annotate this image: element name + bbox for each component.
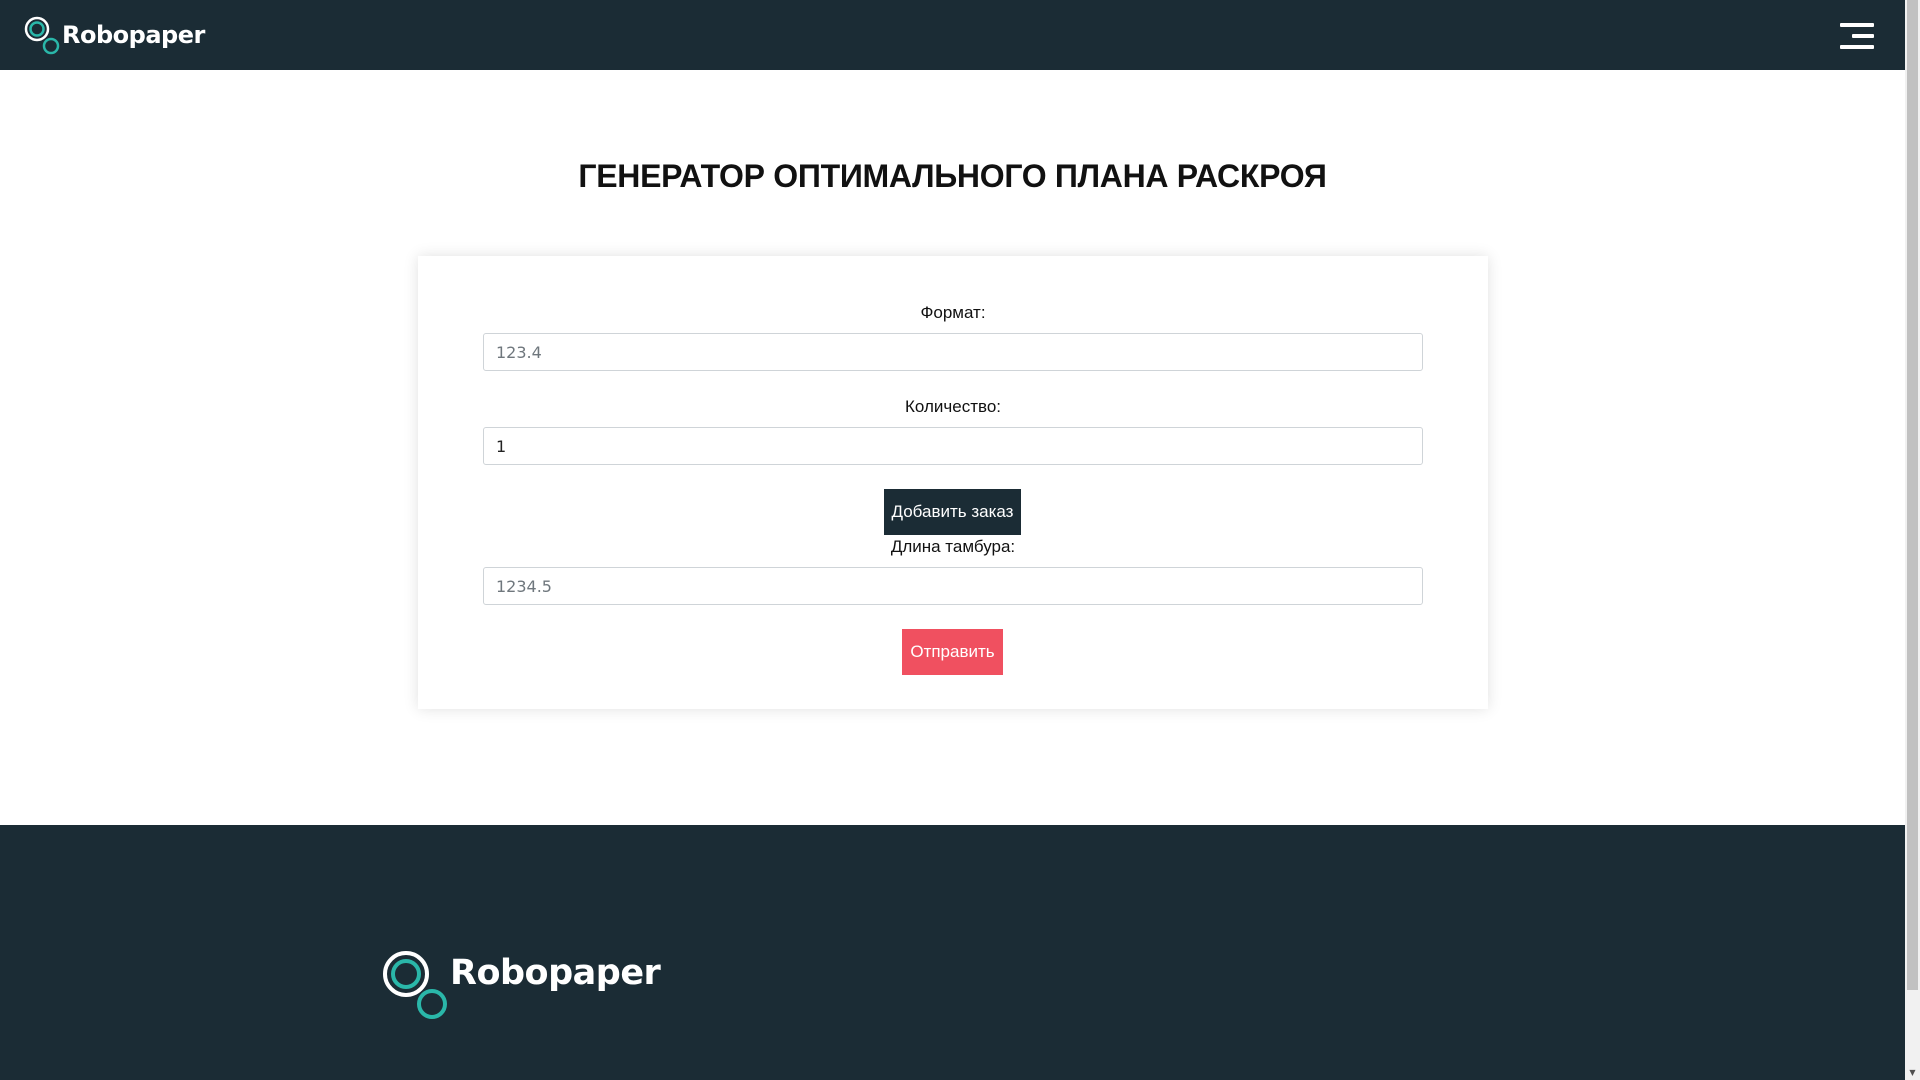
viewport: Robopaper ГЕНЕРАТОР ОПТИМАЛЬНОГО ПЛАНА Р…	[0, 0, 1920, 1080]
menu-line	[1852, 34, 1874, 38]
top-navbar: Robopaper	[0, 0, 1905, 70]
scrollbar-thumb[interactable]	[1907, 0, 1918, 990]
footer: Robopaper	[0, 825, 1905, 1080]
hamburger-menu-icon[interactable]	[1838, 23, 1874, 53]
page: Robopaper ГЕНЕРАТОР ОПТИМАЛЬНОГО ПЛАНА Р…	[0, 0, 1905, 1080]
drum-length-label: Длина тамбура:	[890, 537, 1016, 556]
add-order-button[interactable]: Добавить заказ	[884, 489, 1021, 535]
menu-line	[1840, 23, 1874, 27]
header-logo[interactable]: Robopaper	[24, 14, 205, 56]
drum-length-input[interactable]	[483, 567, 1423, 605]
page-title: ГЕНЕРАТОР ОПТИМАЛЬНОГО ПЛАНА РАСКРОЯ	[578, 158, 1327, 194]
format-input[interactable]	[483, 333, 1423, 371]
submit-button[interactable]: Отправить	[902, 629, 1003, 675]
quantity-label: Количество:	[904, 397, 1001, 416]
menu-line	[1840, 45, 1874, 49]
header-brand-name: Robopaper	[62, 21, 205, 49]
cutting-plan-form: Формат: Количество: Добавить заказ Длина…	[418, 256, 1488, 709]
scroll-down-arrow-icon[interactable]: ▼	[1905, 1065, 1920, 1080]
footer-logo[interactable]: Robopaper	[382, 949, 661, 1021]
footer-brand-name: Robopaper	[450, 953, 661, 993]
robopaper-logo-icon	[383, 951, 447, 1019]
robopaper-logo-icon	[24, 16, 60, 55]
quantity-input[interactable]	[483, 427, 1423, 465]
format-label: Формат:	[920, 303, 986, 322]
vertical-scrollbar[interactable]: ▼	[1905, 0, 1920, 1080]
